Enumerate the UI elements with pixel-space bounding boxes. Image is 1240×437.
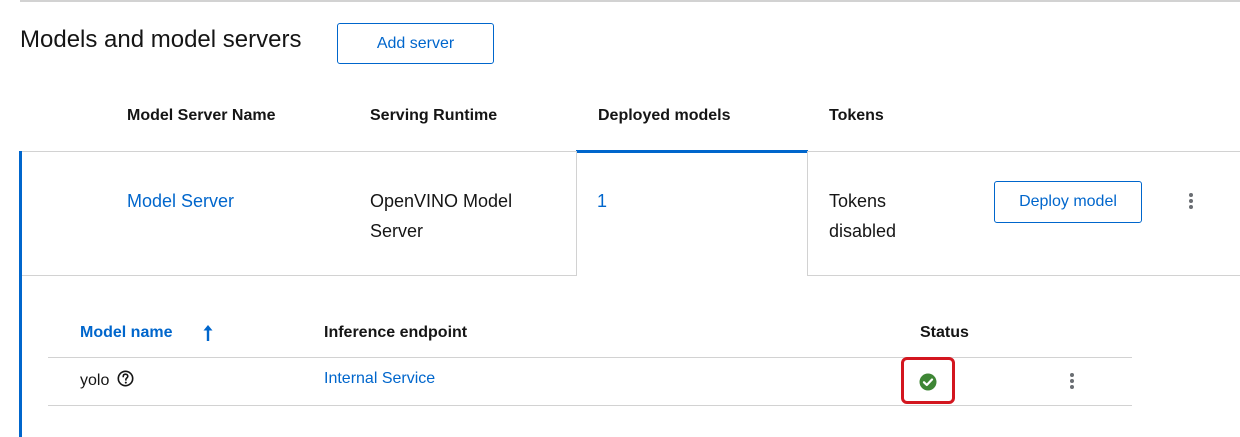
top-divider xyxy=(20,0,1240,2)
row-divider-right xyxy=(807,275,1240,276)
model-name-text: yolo xyxy=(80,372,110,389)
header-row-divider-right xyxy=(808,151,1240,152)
success-check-icon xyxy=(919,373,937,391)
deployed-models-count-tab[interactable]: 1 xyxy=(597,186,607,216)
server-row-kebab-menu-icon[interactable] xyxy=(1179,189,1203,213)
column-header-deployed-models[interactable]: Deployed models xyxy=(598,107,730,125)
column-header-serving-runtime[interactable]: Serving Runtime xyxy=(370,107,497,125)
column-header-model-server-name[interactable]: Model Server Name xyxy=(127,107,276,125)
column-header-status[interactable]: Status xyxy=(920,324,969,342)
serving-runtime-line2: Server xyxy=(370,221,424,241)
row-divider-left xyxy=(20,275,577,276)
inference-endpoint-link[interactable]: Internal Service xyxy=(324,370,435,388)
tokens-value: Tokens disabled xyxy=(829,186,896,246)
models-row-divider xyxy=(48,405,1132,406)
help-circle-icon[interactable] xyxy=(117,370,134,387)
tokens-line2: disabled xyxy=(829,221,897,241)
deploy-model-button[interactable]: Deploy model xyxy=(994,181,1142,223)
section-title: Models and model servers xyxy=(20,26,302,53)
column-header-tokens[interactable]: Tokens xyxy=(829,107,884,125)
sort-asc-arrow-icon[interactable] xyxy=(202,324,214,342)
tokens-line1: Tokens xyxy=(829,191,887,211)
header-row-divider-left xyxy=(20,151,576,152)
add-server-button[interactable]: Add server xyxy=(337,23,494,64)
active-tab-indicator xyxy=(576,150,808,153)
column-header-model-name[interactable]: Model name xyxy=(80,324,172,342)
model-row-kebab-menu-icon[interactable] xyxy=(1060,369,1084,393)
column-header-inference-endpoint[interactable]: Inference endpoint xyxy=(324,324,467,342)
expanded-row-indicator xyxy=(19,151,22,437)
model-server-name-link[interactable]: Model Server xyxy=(127,186,234,216)
models-header-divider xyxy=(48,357,1132,358)
serving-runtime-value: OpenVINO Model Server xyxy=(370,186,512,246)
serving-runtime-line1: OpenVINO Model xyxy=(370,191,513,211)
model-name-cell: yolo xyxy=(80,370,134,390)
active-tab-left-border xyxy=(576,151,577,276)
active-tab-right-border xyxy=(807,151,808,276)
